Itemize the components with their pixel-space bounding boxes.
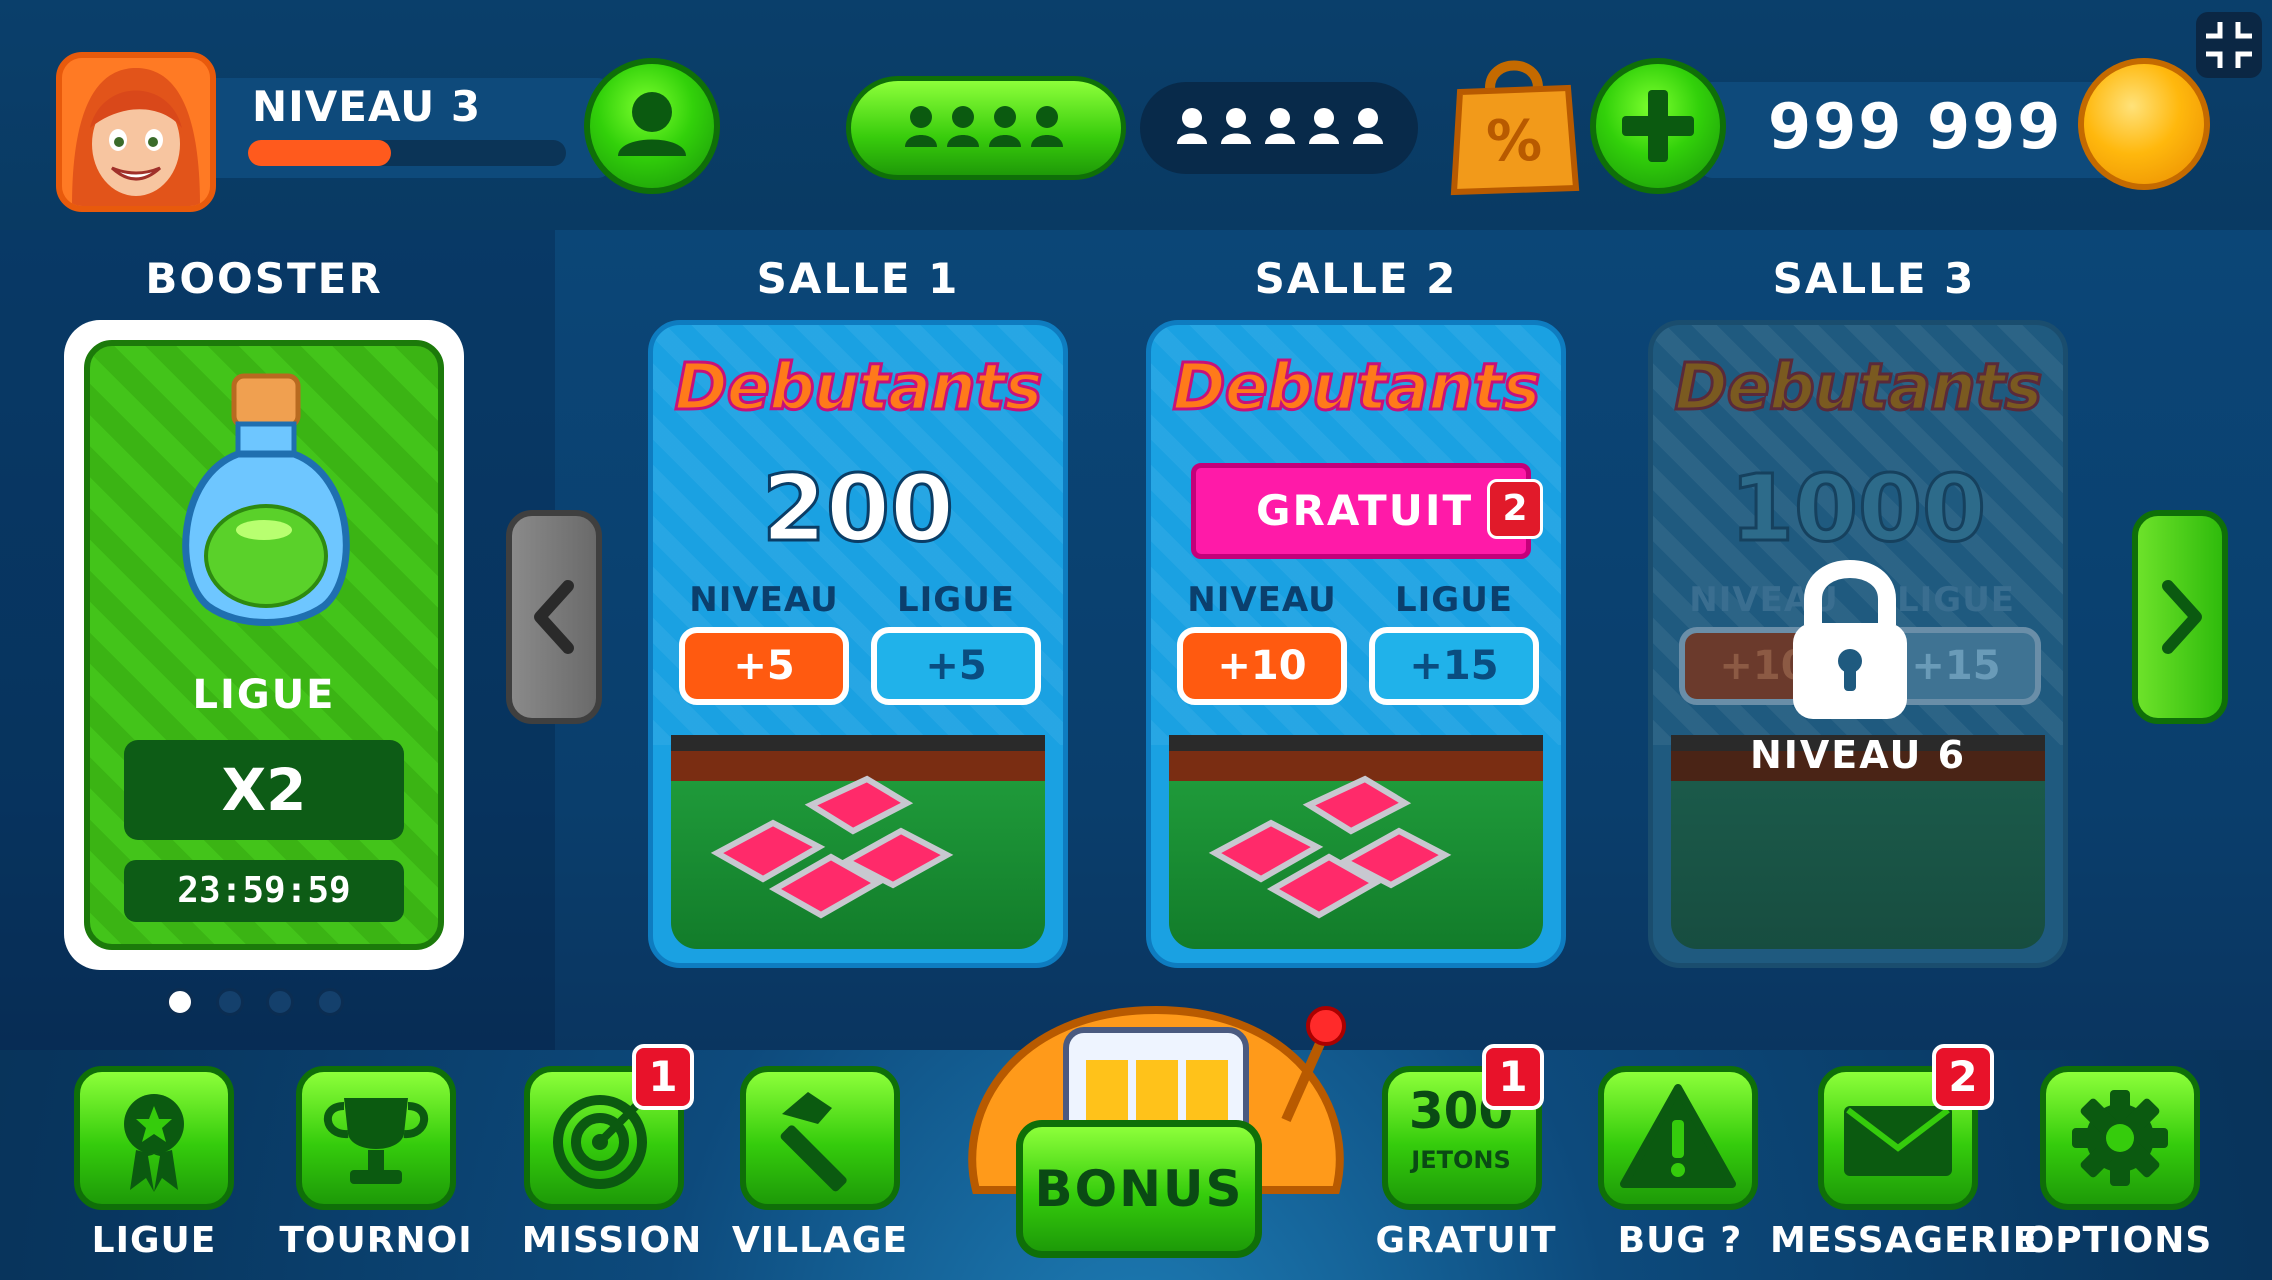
- shop-bag-button[interactable]: %: [1446, 48, 1582, 196]
- level-label: NIVEAU 3: [252, 82, 482, 131]
- cards-stack-icon: [1208, 775, 1452, 919]
- free-entry-count-badge: 2: [1487, 479, 1543, 539]
- warning-icon: [1620, 1084, 1736, 1188]
- ligue-nav-button[interactable]: [74, 1066, 234, 1210]
- gratuit-notification-badge: 1: [1482, 1044, 1544, 1110]
- pager-dot-1[interactable]: [166, 988, 194, 1016]
- ligue-label: LIGUE: [1394, 580, 1514, 620]
- options-nav-label: OPTIONS: [2023, 1220, 2213, 1261]
- room-name: Debutants: [673, 350, 1044, 427]
- pager-dot-4[interactable]: [316, 988, 344, 1016]
- village-nav-label: VILLAGE: [731, 1220, 909, 1261]
- free-chips-unit: JETONS: [1411, 1146, 1511, 1174]
- ligue-bonus: +15: [1369, 627, 1539, 705]
- collapse-icon: [2206, 22, 2252, 68]
- booster-title: BOOSTER: [145, 254, 383, 303]
- room-card-3[interactable]: Debutants 1000 NIVEAU LIGUE +10 +15 NIVE…: [1648, 320, 2068, 968]
- ligue-label: LIGUE: [896, 580, 1016, 620]
- room1-title: SALLE 1: [756, 254, 960, 303]
- room-name: Debutants: [1171, 350, 1542, 427]
- bug-nav-label: BUG ?: [1617, 1220, 1743, 1261]
- five-players-icon: [1177, 108, 1383, 144]
- messagerie-nav-label: MESSAGERIE: [1770, 1220, 2039, 1261]
- gratuit-nav-label: GRATUIT: [1375, 1220, 1557, 1261]
- svg-text:%: %: [1486, 109, 1542, 174]
- hammer-icon: [780, 1092, 847, 1192]
- ribbon-badge-icon: [124, 1094, 184, 1192]
- coin-balance: 999 999: [1768, 90, 2063, 163]
- user-icon: [618, 92, 686, 156]
- four-players-icon: [905, 106, 1063, 147]
- mission-nav-label: MISSION: [521, 1220, 703, 1261]
- player-avatar[interactable]: [56, 52, 216, 212]
- mode-4-players-toggle[interactable]: [846, 76, 1126, 180]
- booster-timer: 23:59:59: [124, 860, 404, 922]
- lock-icon: [1793, 560, 1907, 719]
- gear-icon: [2072, 1090, 2168, 1186]
- profile-button[interactable]: [584, 58, 720, 194]
- chevron-left-icon: [534, 580, 574, 654]
- pager-dot-3[interactable]: [266, 988, 294, 1016]
- niveau-label: NIVEAU: [1187, 580, 1337, 620]
- trophy-icon: [323, 1098, 429, 1184]
- xp-bar-fill: [248, 140, 391, 166]
- niveau-bonus: +5: [679, 627, 849, 705]
- free-entry-ticket: GRATUIT: [1191, 463, 1531, 559]
- bonus-button[interactable]: BONUS: [1016, 1120, 1262, 1258]
- room-card-2[interactable]: Debutants GRATUIT 2 NIVEAU LIGUE +10 +15: [1146, 320, 1566, 968]
- pager-dot-2[interactable]: [216, 988, 244, 1016]
- tournoi-nav-label: TOURNOI: [279, 1220, 473, 1261]
- avatar-face-icon: [62, 58, 210, 206]
- booster-type-label: LIGUE: [192, 672, 336, 718]
- niveau-bonus: +10: [1177, 627, 1347, 705]
- plus-icon: [1622, 90, 1694, 162]
- unlock-requirement: NIVEAU 6: [1749, 733, 1967, 777]
- mode-5-players-toggle[interactable]: [1140, 82, 1418, 174]
- cards-stack-icon: [710, 775, 954, 919]
- card-table: [1169, 735, 1543, 949]
- room-price: 200: [760, 454, 955, 564]
- ligue-nav-label: LIGUE: [91, 1220, 217, 1261]
- chevron-right-icon: [2162, 580, 2202, 654]
- room3-title: SALLE 3: [1772, 254, 1976, 303]
- messagerie-notification-badge: 2: [1932, 1044, 1994, 1110]
- options-nav-button[interactable]: [2040, 1066, 2200, 1210]
- room2-title: SALLE 2: [1254, 254, 1458, 303]
- buy-coins-button[interactable]: [1590, 58, 1726, 194]
- booster-multiplier: X2: [124, 740, 404, 840]
- tournoi-nav-button[interactable]: [296, 1066, 456, 1210]
- ligue-bonus: +5: [871, 627, 1041, 705]
- niveau-label: NIVEAU: [689, 580, 839, 620]
- card-table: [671, 735, 1045, 949]
- scroll-right-button[interactable]: [2132, 510, 2228, 724]
- shopping-bag-icon: %: [1450, 60, 1580, 196]
- room-name: Debutants: [1673, 350, 2044, 427]
- fullscreen-exit-button[interactable]: [2196, 12, 2262, 78]
- potion-icon: [168, 366, 364, 636]
- scroll-left-button[interactable]: [506, 510, 602, 724]
- room-card-1[interactable]: Debutants 200 NIVEAU LIGUE +5 +5: [648, 320, 1068, 968]
- village-nav-button[interactable]: [740, 1066, 900, 1210]
- mission-notification-badge: 1: [632, 1044, 694, 1110]
- coin-icon: [2078, 58, 2210, 190]
- bug-report-nav-button[interactable]: [1598, 1066, 1758, 1210]
